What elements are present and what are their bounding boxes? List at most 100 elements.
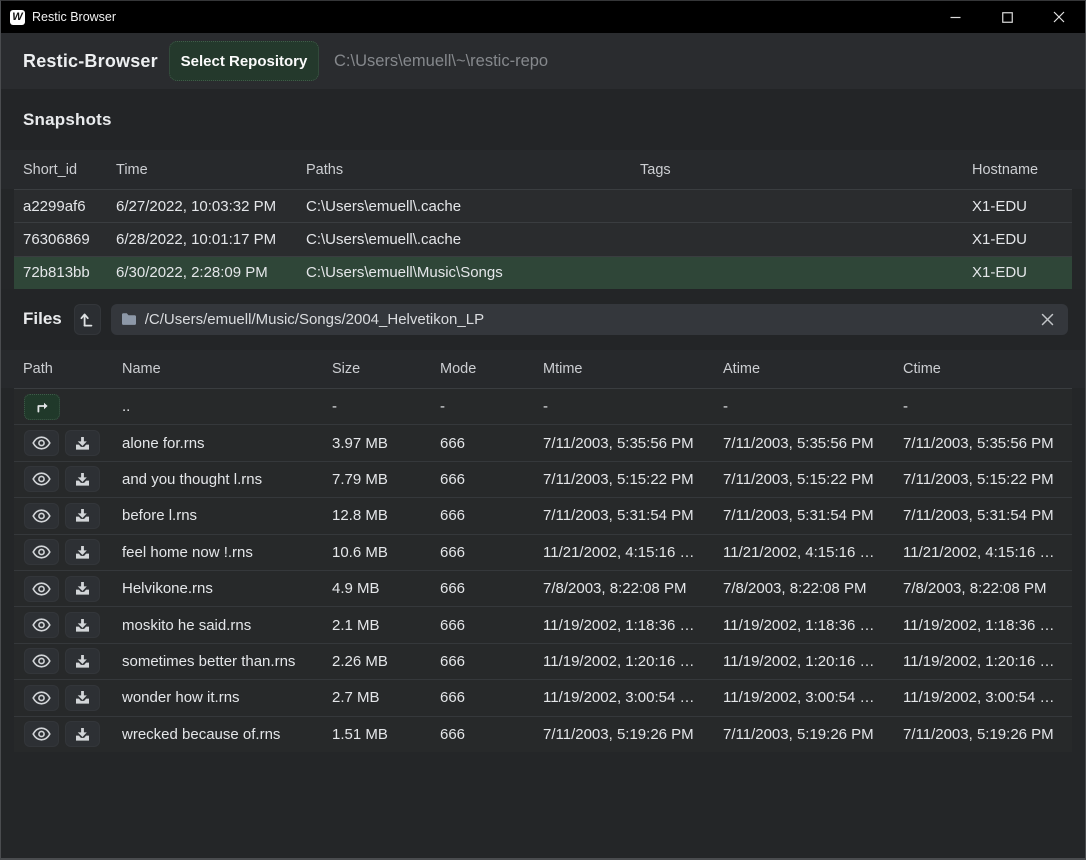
eye-icon xyxy=(32,509,51,523)
file-name: sometimes better than.rns xyxy=(113,653,323,670)
file-actions xyxy=(14,394,113,420)
close-button[interactable] xyxy=(1033,1,1085,33)
file-ctime: 11/19/2002, 1:18:36 … xyxy=(894,617,1072,634)
download-icon xyxy=(75,690,90,705)
file-actions xyxy=(14,721,113,747)
eye-icon xyxy=(32,472,51,486)
preview-file-button[interactable] xyxy=(24,466,59,492)
file-size: 2.7 MB xyxy=(323,689,431,706)
clear-path-button[interactable] xyxy=(1038,310,1056,328)
file-actions xyxy=(14,466,113,492)
file-ctime: - xyxy=(894,398,1072,415)
file-mtime: 11/19/2002, 1:18:36 … xyxy=(534,617,714,634)
download-file-button[interactable] xyxy=(65,685,100,711)
go-up-button[interactable] xyxy=(24,394,60,420)
file-mtime: 7/11/2003, 5:19:26 PM xyxy=(534,726,714,743)
file-mode: 666 xyxy=(431,544,534,561)
download-file-button[interactable] xyxy=(65,721,100,747)
download-file-button[interactable] xyxy=(65,503,100,529)
file-row[interactable]: feel home now !.rns 10.6 MB 666 11/21/20… xyxy=(14,534,1072,570)
snapshot-row[interactable]: 76306869 6/28/2022, 10:01:17 PM C:\Users… xyxy=(14,222,1072,255)
snapshot-time: 6/28/2022, 10:01:17 PM xyxy=(107,231,297,248)
download-file-button[interactable] xyxy=(65,648,100,674)
turn-up-right-icon xyxy=(34,399,50,414)
file-mtime: 7/11/2003, 5:15:22 PM xyxy=(534,471,714,488)
file-mtime: 11/19/2002, 3:00:54 … xyxy=(534,689,714,706)
preview-file-button[interactable] xyxy=(24,721,59,747)
eye-icon xyxy=(32,618,51,632)
file-actions xyxy=(14,685,113,711)
snapshots-col-time: Time xyxy=(107,162,297,178)
file-atime: 7/11/2003, 5:15:22 PM xyxy=(714,471,894,488)
file-actions xyxy=(14,503,113,529)
snapshot-paths: C:\Users\emuell\Music\Songs xyxy=(297,264,631,281)
file-row[interactable]: wonder how it.rns 2.7 MB 666 11/19/2002,… xyxy=(14,679,1072,715)
window-title: Restic Browser xyxy=(32,10,116,24)
file-ctime: 11/21/2002, 4:15:16 … xyxy=(894,544,1072,561)
file-row[interactable]: moskito he said.rns 2.1 MB 666 11/19/200… xyxy=(14,606,1072,642)
files-table-header: Path Name Size Mode Mtime Atime Ctime xyxy=(1,350,1085,388)
minimize-icon xyxy=(950,12,961,23)
download-file-button[interactable] xyxy=(65,612,100,638)
parent-directory-button[interactable] xyxy=(74,304,101,335)
snapshot-short-id: 72b813bb xyxy=(14,264,107,281)
file-mode: 666 xyxy=(431,617,534,634)
app-brand: Restic-Browser xyxy=(23,51,169,72)
snapshot-time: 6/27/2022, 10:03:32 PM xyxy=(107,198,297,215)
file-row[interactable]: .. - - - - - xyxy=(14,388,1072,424)
preview-file-button[interactable] xyxy=(24,685,59,711)
files-col-size: Size xyxy=(323,361,431,377)
file-size: 7.79 MB xyxy=(323,471,431,488)
preview-file-button[interactable] xyxy=(24,612,59,638)
files-path-breadcrumb[interactable]: /C/Users/emuell/Music/Songs/2004_Helveti… xyxy=(111,304,1068,335)
file-name: Helvikone.rns xyxy=(113,580,323,597)
file-actions xyxy=(14,539,113,565)
snapshot-short-id: a2299af6 xyxy=(14,198,107,215)
snapshot-row[interactable]: 72b813bb 6/30/2022, 2:28:09 PM C:\Users\… xyxy=(14,256,1072,289)
preview-file-button[interactable] xyxy=(24,648,59,674)
file-size: - xyxy=(323,398,431,415)
preview-file-button[interactable] xyxy=(24,503,59,529)
download-file-button[interactable] xyxy=(65,430,100,456)
file-atime: 11/19/2002, 3:00:54 … xyxy=(714,689,894,706)
preview-file-button[interactable] xyxy=(24,539,59,565)
minimize-button[interactable] xyxy=(929,1,981,33)
file-name: and you thought l.rns xyxy=(113,471,323,488)
eye-icon xyxy=(32,582,51,596)
file-row[interactable]: before l.rns 12.8 MB 666 7/11/2003, 5:31… xyxy=(14,497,1072,533)
file-name: before l.rns xyxy=(113,507,323,524)
download-file-button[interactable] xyxy=(65,466,100,492)
file-row[interactable]: sometimes better than.rns 2.26 MB 666 11… xyxy=(14,643,1072,679)
file-name: .. xyxy=(113,398,323,415)
download-file-button[interactable] xyxy=(65,539,100,565)
download-icon xyxy=(75,618,90,633)
file-row[interactable]: and you thought l.rns 7.79 MB 666 7/11/2… xyxy=(14,461,1072,497)
snapshots-section-header: Snapshots xyxy=(1,89,1085,150)
files-col-atime: Atime xyxy=(714,361,894,377)
preview-file-button[interactable] xyxy=(24,576,59,602)
download-icon xyxy=(75,545,90,560)
file-size: 1.51 MB xyxy=(323,726,431,743)
file-mode: 666 xyxy=(431,507,534,524)
file-row[interactable]: wrecked because of.rns 1.51 MB 666 7/11/… xyxy=(14,716,1072,752)
file-name: feel home now !.rns xyxy=(113,544,323,561)
snapshot-hostname: X1-EDU xyxy=(963,198,1072,215)
preview-file-button[interactable] xyxy=(24,430,59,456)
maximize-button[interactable] xyxy=(981,1,1033,33)
files-col-path: Path xyxy=(14,361,113,377)
file-row[interactable]: alone for.rns 3.97 MB 666 7/11/2003, 5:3… xyxy=(14,424,1072,460)
snapshot-paths: C:\Users\emuell\.cache xyxy=(297,231,631,248)
select-repository-button[interactable]: Select Repository xyxy=(169,41,319,81)
file-atime: 11/19/2002, 1:18:36 … xyxy=(714,617,894,634)
content-filler xyxy=(1,752,1085,858)
file-mode: 666 xyxy=(431,653,534,670)
file-actions xyxy=(14,576,113,602)
download-icon xyxy=(75,472,90,487)
snapshot-row[interactable]: a2299af6 6/27/2022, 10:03:32 PM C:\Users… xyxy=(14,189,1072,222)
files-col-mode: Mode xyxy=(431,361,534,377)
file-atime: 7/11/2003, 5:35:56 PM xyxy=(714,435,894,452)
file-mtime: 7/8/2003, 8:22:08 PM xyxy=(534,580,714,597)
titlebar[interactable]: W Restic Browser xyxy=(1,1,1085,33)
file-row[interactable]: Helvikone.rns 4.9 MB 666 7/8/2003, 8:22:… xyxy=(14,570,1072,606)
download-file-button[interactable] xyxy=(65,576,100,602)
